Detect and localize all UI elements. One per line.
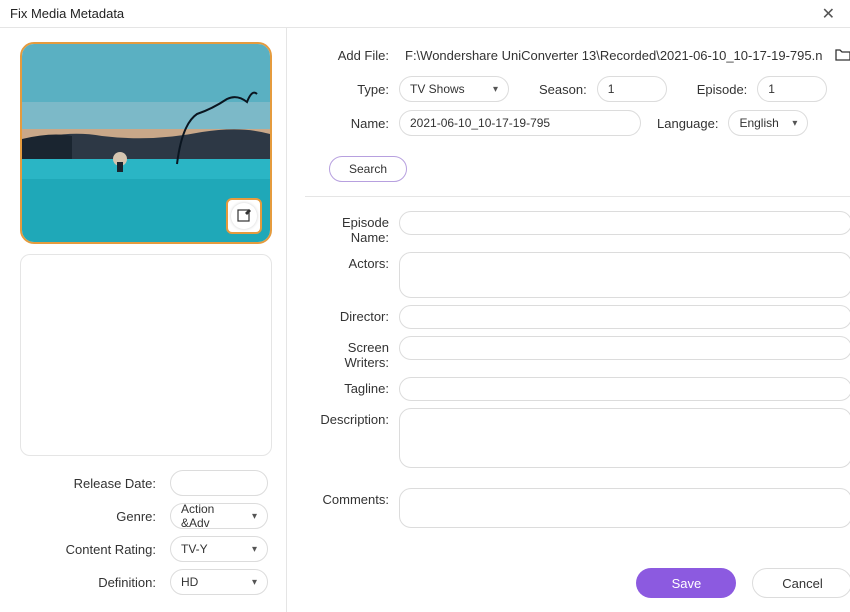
definition-select[interactable]: HD ▾: [170, 569, 268, 595]
definition-value: HD: [181, 575, 198, 589]
director-input[interactable]: [399, 305, 850, 329]
name-input[interactable]: [399, 110, 641, 136]
cancel-button[interactable]: Cancel: [752, 568, 850, 598]
chevron-down-icon: ▾: [792, 118, 797, 129]
edit-artwork-button[interactable]: [226, 198, 262, 234]
folder-icon[interactable]: [834, 46, 850, 64]
content-rating-select[interactable]: TV-Y ▾: [170, 536, 268, 562]
file-path-field[interactable]: F:\Wondershare UniConverter 13\Recorded\…: [399, 42, 828, 68]
search-button[interactable]: Search: [329, 156, 407, 182]
chevron-down-icon: ▾: [252, 511, 257, 522]
genre-select[interactable]: Action &Adv ▾: [170, 503, 268, 529]
language-value: English: [739, 116, 778, 130]
definition-label: Definition:: [20, 575, 170, 590]
edit-icon: [237, 209, 252, 224]
episode-name-input[interactable]: [399, 211, 850, 235]
tagline-label: Tagline:: [305, 377, 399, 396]
window-title: Fix Media Metadata: [10, 6, 124, 21]
divider: [305, 196, 850, 197]
type-value: TV Shows: [410, 82, 465, 96]
chevron-down-icon: ▾: [493, 84, 498, 95]
episode-input[interactable]: [757, 76, 827, 102]
save-button[interactable]: Save: [636, 568, 736, 598]
actors-input[interactable]: [399, 252, 850, 298]
genre-value: Action &Adv: [181, 502, 246, 530]
content-rating-value: TV-Y: [181, 542, 208, 556]
season-label: Season:: [509, 82, 597, 97]
actors-label: Actors:: [305, 252, 399, 271]
description-input[interactable]: [399, 408, 850, 468]
close-icon[interactable]: ✕: [817, 4, 840, 24]
release-date-label: Release Date:: [20, 476, 170, 491]
comments-input[interactable]: [399, 488, 850, 528]
episode-name-label: Episode Name:: [305, 211, 399, 245]
chevron-down-icon: ▾: [252, 544, 257, 555]
screen-writers-label: Screen Writers:: [305, 336, 399, 370]
release-date-input[interactable]: [170, 470, 268, 496]
comments-label: Comments:: [305, 488, 399, 507]
content-rating-label: Content Rating:: [20, 542, 170, 557]
language-label: Language:: [641, 116, 728, 131]
add-file-label: Add File:: [305, 48, 399, 63]
director-label: Director:: [305, 305, 399, 324]
description-label: Description:: [305, 408, 399, 427]
name-label: Name:: [305, 116, 399, 131]
language-select[interactable]: English ▾: [728, 110, 808, 136]
chevron-down-icon: ▾: [252, 577, 257, 588]
cover-art-main[interactable]: [20, 42, 272, 244]
episode-label: Episode:: [667, 82, 758, 97]
type-select[interactable]: TV Shows ▾: [399, 76, 509, 102]
genre-label: Genre:: [20, 509, 170, 524]
season-input[interactable]: [597, 76, 667, 102]
cover-art-placeholder[interactable]: [20, 254, 272, 456]
tagline-input[interactable]: [399, 377, 850, 401]
type-label: Type:: [305, 82, 399, 97]
screen-writers-input[interactable]: [399, 336, 850, 360]
